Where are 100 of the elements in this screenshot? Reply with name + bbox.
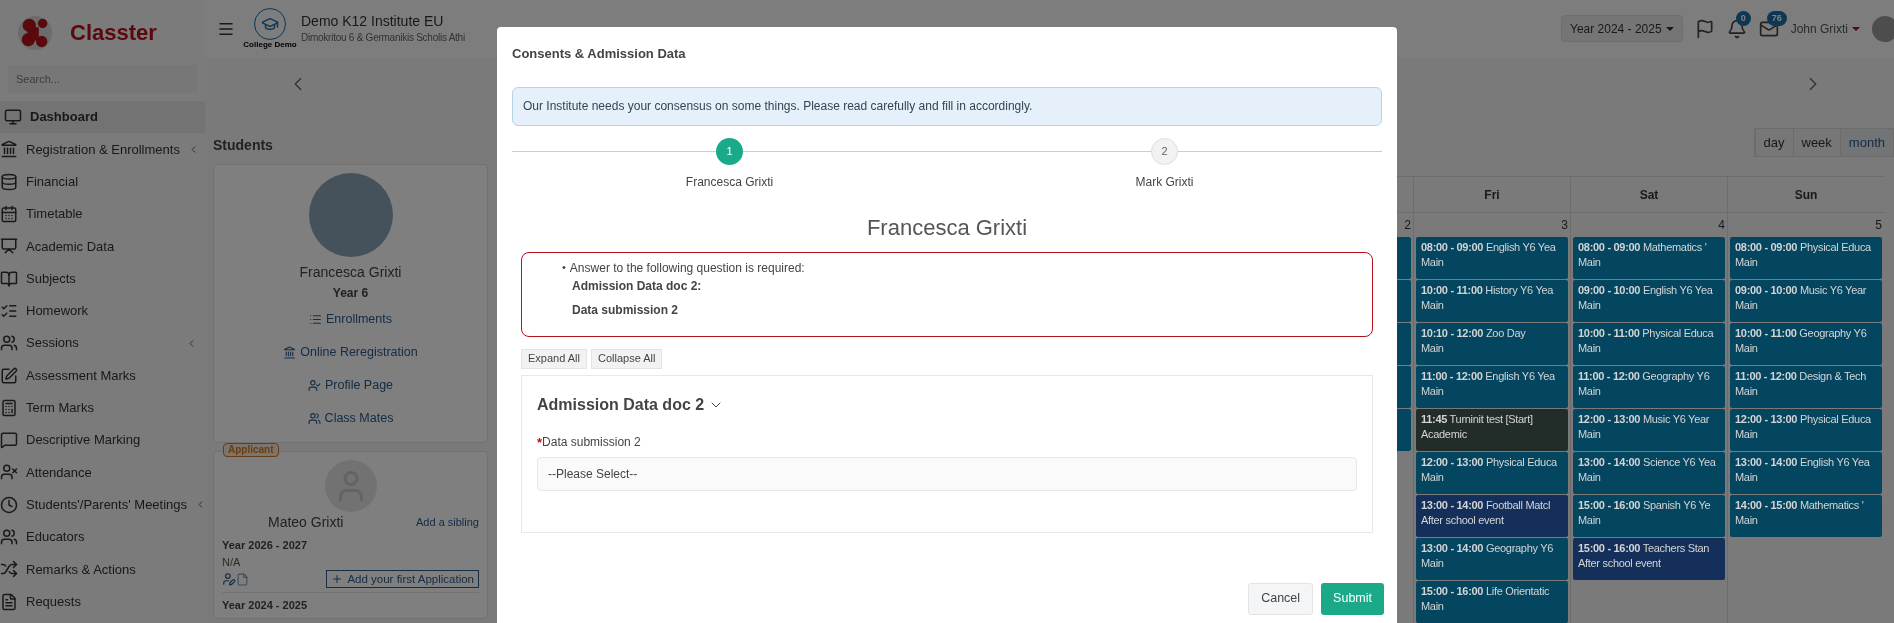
sidebar-item[interactable]: Homework xyxy=(0,294,205,328)
submit-button[interactable]: Submit xyxy=(1321,582,1384,615)
sidebar-item[interactable]: Subjects xyxy=(0,262,205,295)
calendar-event[interactable]: 14:00 - 15:00 Mathematics ' Main xyxy=(1730,495,1882,537)
view-tab[interactable]: month xyxy=(1839,129,1893,156)
event-title: 11:00 - 12:00 Design & Tech xyxy=(1735,369,1868,384)
calendar-event[interactable]: 13:00 - 14:00 English Y6 Yea Main xyxy=(1730,452,1882,494)
section-header[interactable]: Admission Data doc 2 xyxy=(537,392,725,417)
calendar-event[interactable]: 10:00 - 11:00 Geography Y6 Main xyxy=(1730,323,1882,365)
event-title: 13:00 - 14:00 English Y6 Yea xyxy=(1735,455,1871,470)
event-place: Main xyxy=(1421,341,1445,356)
calendar-event[interactable]: 08:00 - 09:00 English Y6 Yea Main xyxy=(1416,237,1568,279)
monitor-icon xyxy=(4,108,22,127)
cancel-button[interactable]: Cancel xyxy=(1248,582,1314,615)
event-title: 11:00 - 12:00 Geography Y6 xyxy=(1578,369,1711,384)
event-title: 10:00 - 11:00 History Y6 Yea xyxy=(1421,283,1555,298)
event-place: Main xyxy=(1578,255,1602,270)
calendar-event[interactable]: 11:00 - 12:00 English Y6 Yea Main xyxy=(1416,366,1568,408)
sidebar-item[interactable]: Descriptive Marking xyxy=(0,423,205,457)
calendar-event[interactable]: 09:00 - 10:00 Music Y6 Year Main xyxy=(1730,280,1882,322)
sidebar-item[interactable]: Students'/Parents' Meetings xyxy=(0,488,205,521)
year-label: Year 2024 - 2025 xyxy=(222,598,309,613)
document-icon xyxy=(0,592,18,611)
year-value: N/A xyxy=(222,554,242,570)
calendar-event[interactable]: 11:00 - 12:00 Design & Tech Main xyxy=(1730,366,1882,408)
sidebar-item[interactable]: Assessment Marks xyxy=(0,359,205,392)
user-check-icon xyxy=(307,378,321,392)
day-number: 4 xyxy=(1718,217,1725,234)
event-title: 09:00 - 10:00 Music Y6 Year xyxy=(1735,283,1868,298)
event-place: Main xyxy=(1578,513,1602,528)
edit-icon xyxy=(0,366,18,385)
view-tab[interactable]: week xyxy=(1792,129,1840,156)
add-sibling-link[interactable]: Add a sibling xyxy=(416,514,479,531)
bullet-icon: • xyxy=(562,262,566,273)
add-application-button[interactable]: Add your first Application xyxy=(326,570,479,588)
sidebar-item[interactable]: Requests xyxy=(0,585,205,618)
day-number: 5 xyxy=(1875,217,1882,234)
users-icon xyxy=(0,528,18,546)
sidebar-item[interactable]: Academic Data xyxy=(0,230,205,263)
year-label: Year 2026 - 2027 xyxy=(222,538,309,553)
toggle-button[interactable]: Expand All xyxy=(521,348,587,369)
document-icon[interactable] xyxy=(236,572,249,586)
calendar-event[interactable]: 13:00 - 14:00 Geography Y6 Main xyxy=(1416,538,1568,580)
calendar-event[interactable]: 15:00 - 16:00 Spanish Y6 Ye Main xyxy=(1573,495,1725,537)
calendar-event[interactable]: 11:00 - 12:00 Geography Y6 Main xyxy=(1573,366,1725,408)
institute-name: Demo K12 Institute EU xyxy=(301,12,445,31)
calendar-event[interactable]: 08:00 - 09:00 Mathematics ' Main xyxy=(1573,237,1725,279)
calculator-icon xyxy=(0,398,18,417)
student-link[interactable]: Profile Page xyxy=(307,369,394,401)
event-title: 13:00 - 14:00 Football Matcl xyxy=(1421,498,1552,513)
calendar-event[interactable]: 13:00 - 14:00 Football Matcl After school event xyxy=(1416,495,1568,537)
sidebar-item[interactable]: Registration & Enrollments xyxy=(0,133,205,166)
sidebar-item[interactable]: Dashboard xyxy=(0,101,205,134)
search-field[interactable]: Search... xyxy=(8,65,197,93)
calendar-event[interactable]: 10:10 - 12:00 Zoo Day Main xyxy=(1416,323,1568,365)
event-place: Main xyxy=(1578,470,1602,485)
sidebar-item[interactable]: Sessions xyxy=(0,327,205,360)
student-link[interactable]: Online Reregistration xyxy=(283,336,418,368)
sidebar-item[interactable]: Remarks & Actions xyxy=(0,553,205,586)
event-place: After school event xyxy=(1578,556,1662,571)
event-title: 08:00 - 09:00 Mathematics ' xyxy=(1578,240,1708,255)
avatar[interactable] xyxy=(1872,15,1894,42)
sidebar-item[interactable]: Attendance xyxy=(0,456,205,489)
student-link[interactable]: Class Mates xyxy=(307,402,394,434)
event-place: Main xyxy=(1735,384,1759,399)
shuffle-icon xyxy=(0,560,18,579)
calendar-event[interactable]: 12:00 - 13:00 Physical Educa Main xyxy=(1416,452,1568,494)
user-menu[interactable]: John Grixti xyxy=(1790,19,1860,38)
toggle-button[interactable]: Collapse All xyxy=(591,348,663,369)
event-place: Main xyxy=(1421,599,1445,614)
sidebar-item[interactable]: Financial xyxy=(0,165,205,198)
calendar-event[interactable]: 09:00 - 10:00 English Y6 Yea Main xyxy=(1573,280,1725,322)
event-place: Main xyxy=(1578,298,1602,313)
calendar-event[interactable]: 15:00 - 16:00 Teachers Stan After school event xyxy=(1573,538,1725,580)
event-title: 12:00 - 13:00 Physical Educa xyxy=(1421,455,1558,470)
calendar-event[interactable]: 12:00 - 13:00 Physical Educa Main xyxy=(1730,409,1882,451)
calendar-event[interactable]: 15:00 - 16:00 Life Orientatic Main xyxy=(1416,581,1568,623)
sidebar-item[interactable]: Term Marks xyxy=(0,391,205,424)
calendar-event[interactable]: 13:00 - 14:00 Science Y6 Yea Main xyxy=(1573,452,1725,494)
calendar-event[interactable]: 11:45 Turninit test [Start] Academic xyxy=(1416,409,1568,451)
event-place: Main xyxy=(1421,556,1445,571)
weekday-header: Fri xyxy=(1414,176,1570,213)
event-title: 15:00 - 16:00 Teachers Stan xyxy=(1578,541,1711,556)
event-place: Main xyxy=(1578,341,1602,356)
event-title: 15:00 - 16:00 Spanish Y6 Ye xyxy=(1578,498,1712,513)
sidebar-item[interactable]: Educators xyxy=(0,520,205,554)
select-field[interactable]: --Please Select-- xyxy=(537,457,1357,491)
event-place: Main xyxy=(1421,298,1445,313)
sidebar-item[interactable]: Timetable xyxy=(0,197,205,231)
event-place: Main xyxy=(1421,255,1445,270)
calendar-event[interactable]: 12:00 - 13:00 Music Y6 Year Main xyxy=(1573,409,1725,451)
year-dropdown[interactable]: Year 2024 - 2025 xyxy=(1561,15,1683,43)
student-link[interactable]: Enrollments xyxy=(309,303,392,335)
event-title: 10:10 - 12:00 Zoo Day xyxy=(1421,326,1527,341)
user-edit-icon[interactable] xyxy=(222,572,236,586)
calendar-event[interactable]: 10:00 - 11:00 History Y6 Yea Main xyxy=(1416,280,1568,322)
brand-name: Classter xyxy=(70,19,157,47)
view-tab[interactable]: day xyxy=(1754,129,1793,156)
calendar-event[interactable]: 08:00 - 09:00 Physical Educa Main xyxy=(1730,237,1882,279)
calendar-event[interactable]: 10:00 - 11:00 Physical Educa Main xyxy=(1573,323,1725,365)
